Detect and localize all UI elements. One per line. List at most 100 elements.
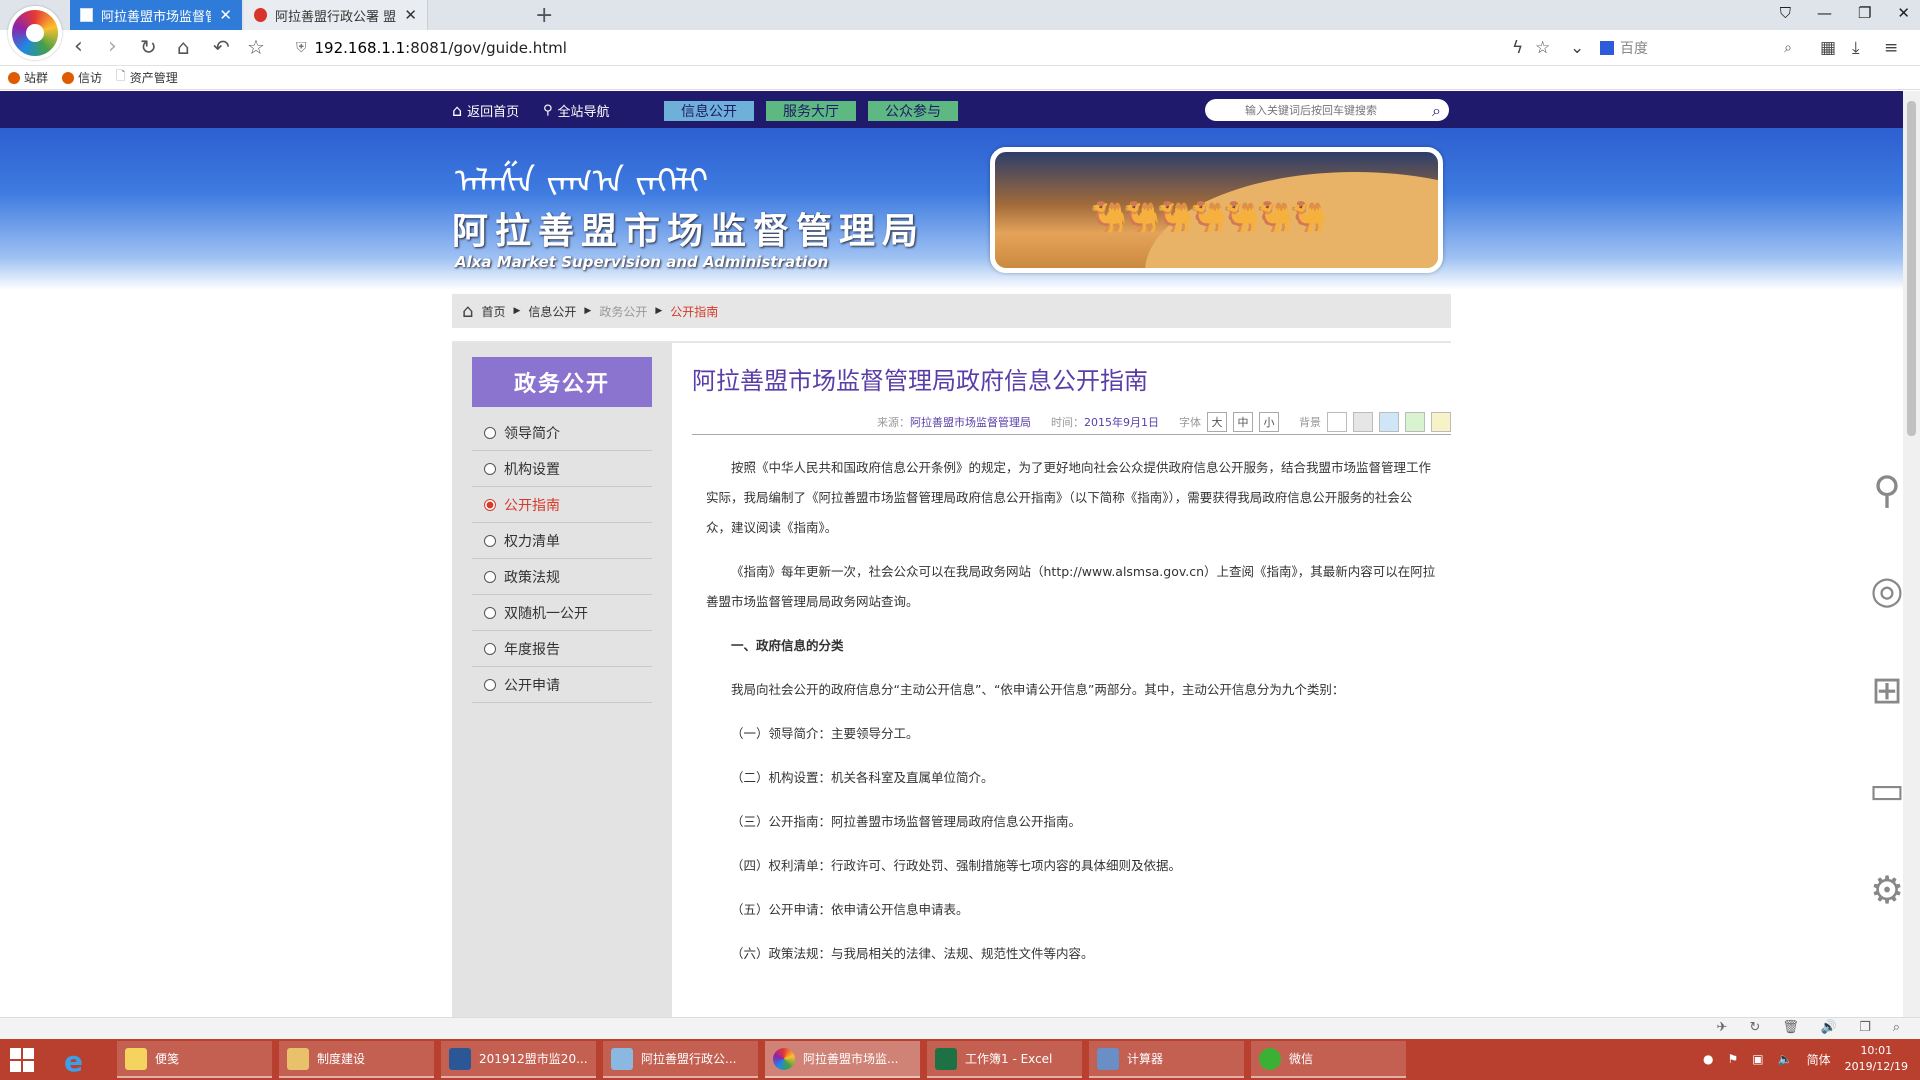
search-icon[interactable]: ⌕ (1784, 40, 1792, 56)
browser-toolbar: ‹ › ↻ ⌂ ↶ ☆ ⛨ 192.168.1.1:8081/gov/guide… (0, 30, 1920, 66)
magnifier-icon[interactable]: ⚲ (1862, 465, 1912, 515)
sidebar-item-annual-report[interactable]: 年度报告 (472, 631, 652, 667)
close-window-button[interactable]: ✕ (1897, 4, 1910, 22)
site-search-input[interactable] (1205, 99, 1410, 121)
restore-button[interactable]: ❐ (1858, 4, 1871, 22)
clock[interactable]: 10:01 2019/12/19 (1845, 1043, 1908, 1075)
paragraph: 《指南》每年更新一次，社会公众可以在我局政务网站（http://www.alsm… (706, 564, 1436, 609)
taskbar-item-calculator[interactable]: 计算器 (1089, 1041, 1244, 1078)
nav-tab-public-participation[interactable]: 公众参与 (868, 101, 958, 121)
browser-tab[interactable]: 阿拉善盟行政公署 盟本级年度扎 ✕ (244, 0, 428, 30)
home-icon[interactable]: ⌂ (177, 36, 190, 58)
minimize-button[interactable]: — (1817, 4, 1832, 22)
zoom-icon[interactable]: ⌕ (1893, 1020, 1900, 1035)
globe-icon[interactable]: ◎ (1862, 565, 1912, 615)
breadcrumb-info[interactable]: 信息公开 (528, 303, 576, 320)
bookmark-item[interactable]: 站群 (8, 69, 48, 86)
bg-swatch-yellow[interactable] (1431, 411, 1451, 432)
sidebar-item-leaders[interactable]: 领导简介 (472, 415, 652, 451)
tab-label: 阿拉善盟行政公署 盟本级年度扎 (275, 9, 397, 25)
back-icon[interactable]: ‹ (74, 36, 83, 58)
nav-tab-service-hall[interactable]: 服务大厅 (766, 101, 856, 121)
internet-explorer-icon[interactable]: e (64, 1045, 83, 1078)
close-icon[interactable]: ✕ (219, 6, 232, 24)
source-label: 来源： (877, 415, 910, 429)
rocket-icon[interactable]: ✈ (1717, 1020, 1728, 1035)
download-icon[interactable]: ⤓ (1852, 38, 1860, 58)
taskbar-item-folder[interactable]: 制度建设 (279, 1041, 434, 1078)
banner-desert-image: 🐫🐫🐫🐫🐫🐫🐫 (990, 147, 1443, 273)
font-medium-button[interactable]: 中 (1233, 411, 1253, 432)
sidebar-item-structure[interactable]: 机构设置 (472, 451, 652, 487)
taskbar: e 便笺 制度建设 201912盟市监20... 阿拉善盟行政公... 阿拉善盟… (0, 1039, 1920, 1080)
volume-icon[interactable]: 🔈 (1778, 1052, 1793, 1066)
site-search: ⌕ (1205, 99, 1449, 121)
browser-logo-icon[interactable] (8, 6, 62, 60)
search-icon[interactable]: ⌕ (1432, 101, 1441, 121)
window-icon[interactable]: ❐ (1859, 1020, 1871, 1035)
radio-icon (484, 498, 496, 511)
site-title: 阿拉善盟市场监督管理局 (452, 210, 926, 252)
breadcrumb: ⌂ 首页 ▶ 信息公开 ▶ 政务公开 ▶ 公开指南 (452, 294, 1451, 328)
bg-swatch-blue[interactable] (1379, 411, 1399, 432)
lightning-icon[interactable]: ϟ (1512, 38, 1523, 58)
trash-icon[interactable]: 🗑 (1782, 1020, 1799, 1035)
font-large-button[interactable]: 大 (1207, 411, 1227, 432)
taskbar-item-notes[interactable]: 便笺 (117, 1041, 272, 1078)
ime-indicator[interactable]: 简体 (1807, 1051, 1831, 1068)
nav-tab-info-public[interactable]: 信息公开 (664, 101, 754, 121)
flag-icon[interactable]: ⚑ (1728, 1052, 1739, 1066)
bookmark-item[interactable]: 🗋 资产管理 (116, 67, 178, 88)
main-content-wrap: 政务公开 领导简介 机构设置 公开指南 权力清单 政策法规 双随机一公开 年度报… (452, 341, 1451, 1017)
bookmark-item[interactable]: 信访 (62, 69, 102, 86)
search-engine-box[interactable]: 百度 ⌕ (1600, 35, 1800, 61)
taskbar-item-browser-gov[interactable]: 阿拉善盟行政公... (603, 1041, 758, 1078)
windows-icon[interactable]: ⊞ (1862, 665, 1912, 715)
menu-icon[interactable]: ≡ (1884, 38, 1898, 58)
breadcrumb-gov[interactable]: 政务公开 (599, 303, 647, 320)
refresh-status-icon[interactable]: ↻ (1749, 1020, 1760, 1035)
wechat-tray-icon[interactable]: ● (1703, 1052, 1713, 1066)
browser-tab-active[interactable]: 阿拉善盟市场监督管理局 - 公开 ✕ (70, 0, 242, 30)
refresh-icon[interactable]: ↻ (140, 36, 157, 58)
taskbar-item-browser-active[interactable]: 阿拉善盟市场监... (765, 1041, 920, 1078)
font-small-button[interactable]: 小 (1259, 411, 1279, 432)
bg-swatch-white[interactable] (1327, 411, 1347, 432)
camel-caravan-icon: 🐫🐫🐫🐫🐫🐫🐫 (1090, 200, 1327, 235)
gear-icon[interactable]: ⚙ (1862, 865, 1912, 915)
chevron-down-icon[interactable]: ⌄ (1570, 38, 1584, 58)
browser-status-bar: ✈ ↻ 🗑 🔊 ❐ ⌕ (0, 1017, 1920, 1039)
new-tab-button[interactable]: + (535, 3, 553, 28)
sidebar-item-apply[interactable]: 公开申请 (472, 667, 652, 703)
shirt-icon[interactable]: ⛉ (1780, 4, 1791, 22)
taskbar-item-wechat[interactable]: 微信 (1251, 1041, 1406, 1078)
breadcrumb-home[interactable]: 首页 (481, 303, 505, 320)
bg-label: 背景 (1299, 415, 1321, 429)
taskbar-item-excel[interactable]: 工作簿1 - Excel (927, 1041, 1082, 1078)
sound-icon[interactable]: 🔊 (1821, 1020, 1837, 1035)
scrollbar-thumb[interactable] (1907, 101, 1916, 436)
sidebar-item-guide[interactable]: 公开指南 (472, 487, 652, 523)
apps-icon[interactable]: ▦ (1820, 38, 1836, 58)
star-icon[interactable]: ☆ (247, 36, 265, 58)
close-icon[interactable]: ✕ (404, 6, 417, 24)
undo-icon[interactable]: ↶ (213, 36, 230, 58)
sidebar-item-random-inspection[interactable]: 双随机一公开 (472, 595, 652, 631)
bg-swatch-gray[interactable] (1353, 411, 1373, 432)
windows-start-icon[interactable] (10, 1048, 34, 1072)
favorite-icon[interactable]: ☆ (1535, 38, 1550, 58)
screen-icon[interactable]: ▭ (1862, 765, 1912, 815)
sitemap-link[interactable]: ⚲ 全站导航 (543, 101, 610, 120)
bg-swatch-green[interactable] (1405, 411, 1425, 432)
network-icon[interactable]: ▣ (1752, 1052, 1763, 1066)
sidebar-item-policies[interactable]: 政策法规 (472, 559, 652, 595)
paragraph: 我局向社会公开的政府信息分“主动公开信息”、“依申请公开信息”两部分。其中，主动… (731, 682, 1345, 697)
wechat-icon (1259, 1047, 1281, 1070)
bookmark-icon (8, 71, 20, 84)
taskbar-item-word[interactable]: 201912盟市监20... (441, 1041, 596, 1078)
address-bar[interactable]: ⛨ 192.168.1.1:8081/gov/guide.html (296, 36, 1561, 60)
time-label: 时间： (1051, 415, 1084, 429)
sidebar-item-power-list[interactable]: 权力清单 (472, 523, 652, 559)
forward-icon[interactable]: › (108, 36, 117, 58)
home-link[interactable]: ⌂ 返回首页 (452, 101, 519, 120)
